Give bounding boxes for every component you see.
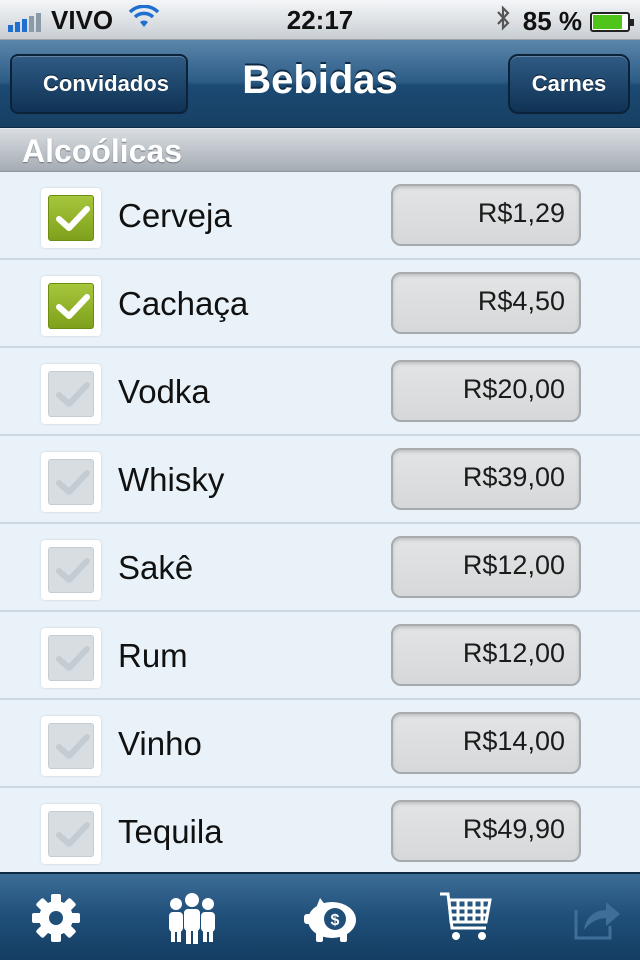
item-name: Rum (118, 637, 188, 674)
battery-fill (593, 14, 622, 29)
item-name: Cachaça (118, 285, 249, 322)
list-item[interactable]: Tequila R$49,90 (0, 788, 640, 876)
section-header: Alcoólicas (0, 128, 640, 172)
price-field[interactable]: R$49,90 (391, 800, 581, 862)
item-name: Vodka (118, 373, 210, 410)
drinks-list: Cerveja R$1,29 Cachaça R$4,50 Vodka R$20… (0, 172, 640, 876)
list-item[interactable]: Vinho R$14,00 (0, 700, 640, 788)
gear-icon[interactable] (26, 888, 86, 948)
list-item[interactable]: Whisky R$39,00 (0, 436, 640, 524)
price-field[interactable]: R$12,00 (391, 536, 581, 598)
status-bar: VIVO 22:17 85 % (0, 0, 640, 40)
people-icon[interactable] (162, 888, 222, 948)
bluetooth-icon (495, 5, 511, 38)
svg-text:$: $ (331, 912, 340, 929)
checkbox[interactable] (41, 804, 101, 864)
item-name: Cerveja (118, 197, 232, 234)
list-item[interactable]: Rum R$12,00 (0, 612, 640, 700)
section-title: Alcoólicas (22, 133, 183, 169)
navigation-bar: Convidados Bebidas Carnes (0, 40, 640, 128)
battery-percent: 85 % (522, 6, 582, 36)
next-button[interactable]: Carnes (508, 54, 630, 114)
tab-bar: $ (0, 872, 640, 960)
price-field[interactable]: R$20,00 (391, 360, 581, 422)
item-name: Tequila (118, 813, 223, 850)
status-right: 85 % (495, 5, 634, 38)
checkbox[interactable] (41, 540, 101, 600)
item-name: Sakê (118, 549, 194, 586)
share-icon[interactable] (566, 888, 626, 948)
checkbox[interactable] (41, 716, 101, 776)
next-button-label: Carnes (531, 71, 607, 96)
list-item[interactable]: Cerveja R$1,29 (0, 172, 640, 260)
piggy-bank-icon[interactable]: $ (302, 888, 362, 948)
list-item[interactable]: Vodka R$20,00 (0, 348, 640, 436)
price-field[interactable]: R$12,00 (391, 624, 581, 686)
checkbox[interactable] (41, 188, 101, 248)
price-field[interactable]: R$1,29 (391, 184, 581, 246)
price-field[interactable]: R$4,50 (391, 272, 581, 334)
checkbox[interactable] (41, 364, 101, 424)
list-item[interactable]: Cachaça R$4,50 (0, 260, 640, 348)
list-item[interactable]: Sakê R$12,00 (0, 524, 640, 612)
checkbox[interactable] (41, 628, 101, 688)
checkbox[interactable] (41, 452, 101, 512)
item-name: Vinho (118, 725, 202, 762)
checkbox[interactable] (41, 276, 101, 336)
price-field[interactable]: R$39,00 (391, 448, 581, 510)
price-field[interactable]: R$14,00 (391, 712, 581, 774)
shopping-cart-icon[interactable] (436, 888, 496, 948)
item-name: Whisky (118, 461, 225, 498)
battery-icon (590, 11, 634, 32)
